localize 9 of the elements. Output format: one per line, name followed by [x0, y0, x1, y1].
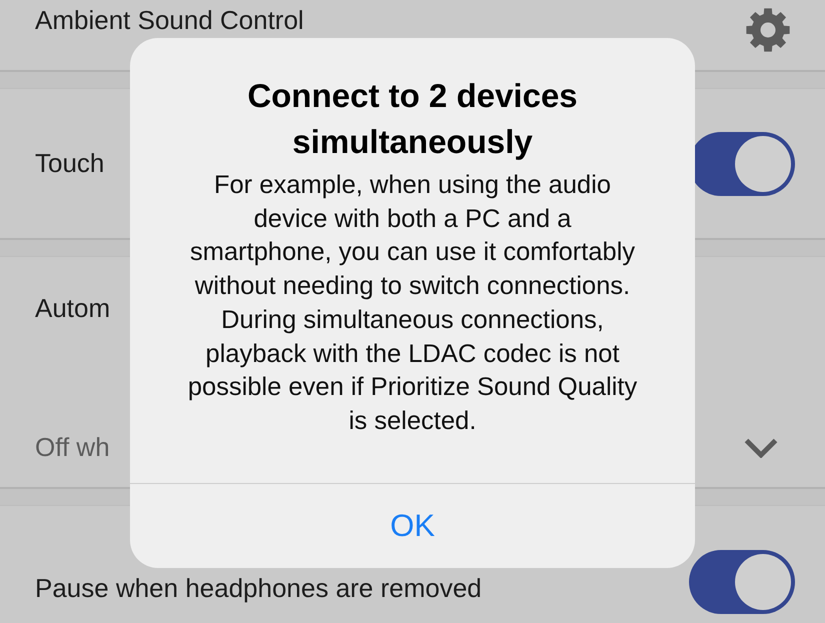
dialog-title: Connect to 2 devices simultaneously — [246, 76, 579, 162]
chevron-down-icon[interactable] — [744, 438, 778, 458]
toggle-switch[interactable] — [689, 550, 795, 614]
settings-icon[interactable] — [746, 8, 790, 52]
ok-button[interactable]: OK — [130, 484, 695, 568]
setting-label: Pause when headphones are removed — [35, 574, 482, 603]
setting-label: Touch — [35, 149, 104, 178]
setting-label: Autom — [35, 294, 110, 323]
setting-label: Ambient Sound Control — [35, 6, 304, 35]
